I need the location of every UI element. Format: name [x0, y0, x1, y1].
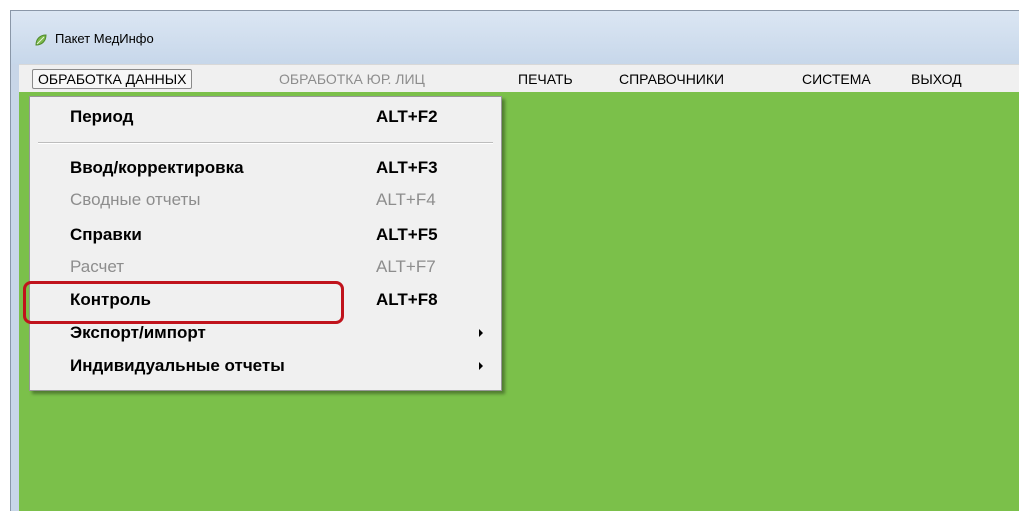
- menu-item-label: Справки: [70, 225, 142, 244]
- menu-item-period[interactable]: Период ALT+F2: [30, 104, 501, 130]
- title-bar: Пакет МедИнфо: [11, 11, 1019, 64]
- menu-item-certificates[interactable]: Справки ALT+F5: [30, 222, 501, 248]
- menu-separator: [38, 142, 493, 144]
- menu-item-label: Индивидуальные отчеты: [70, 356, 285, 375]
- menu-item-shortcut: ALT+F7: [376, 257, 436, 276]
- menu-print[interactable]: ПЕЧАТЬ: [513, 69, 578, 89]
- menu-item-shortcut: ALT+F3: [376, 158, 438, 177]
- menu-item-label: Расчет: [70, 257, 125, 276]
- submenu-arrow-icon: [479, 329, 483, 337]
- menu-bar: ОБРАБОТКА ДАННЫХ ОБРАБОТКА ЮР. ЛИЦ ПЕЧАТ…: [19, 64, 1019, 92]
- data-processing-dropdown: Период ALT+F2 Ввод/корректировка ALT+F3 …: [29, 96, 502, 391]
- menu-directories[interactable]: СПРАВОЧНИКИ: [614, 69, 729, 89]
- menu-item-individual-reports[interactable]: Индивидуальные отчеты: [30, 353, 501, 379]
- menu-item-label: Экспорт/импорт: [70, 323, 206, 342]
- menu-item-label: Период: [70, 107, 134, 126]
- menu-item-shortcut: ALT+F8: [376, 290, 438, 309]
- menu-item-label: Ввод/корректировка: [70, 158, 244, 177]
- menu-item-shortcut: ALT+F5: [376, 225, 438, 244]
- menu-system[interactable]: СИСТЕМА: [797, 69, 876, 89]
- menu-legal-entities[interactable]: ОБРАБОТКА ЮР. ЛИЦ: [274, 69, 430, 89]
- menu-item-input-edit[interactable]: Ввод/корректировка ALT+F3: [30, 155, 501, 181]
- leaf-app-icon: [35, 34, 47, 46]
- menu-item-export-import[interactable]: Экспорт/импорт: [30, 320, 501, 346]
- menu-item-shortcut: ALT+F2: [376, 107, 438, 126]
- menu-item-calculation[interactable]: Расчет ALT+F7: [30, 254, 501, 280]
- window-title: Пакет МедИнфо: [55, 31, 154, 46]
- menu-data-processing[interactable]: ОБРАБОТКА ДАННЫХ: [32, 69, 193, 89]
- submenu-arrow-icon: [479, 362, 483, 370]
- menu-item-summary-reports[interactable]: Сводные отчеты ALT+F4: [30, 187, 501, 213]
- menu-exit[interactable]: ВЫХОД: [906, 69, 967, 89]
- menu-item-label: Сводные отчеты: [70, 190, 201, 209]
- window-left-border: [11, 64, 19, 511]
- menu-item-control[interactable]: Контроль ALT+F8: [30, 287, 501, 313]
- menu-item-label: Контроль: [70, 290, 151, 309]
- menu-item-shortcut: ALT+F4: [376, 190, 436, 209]
